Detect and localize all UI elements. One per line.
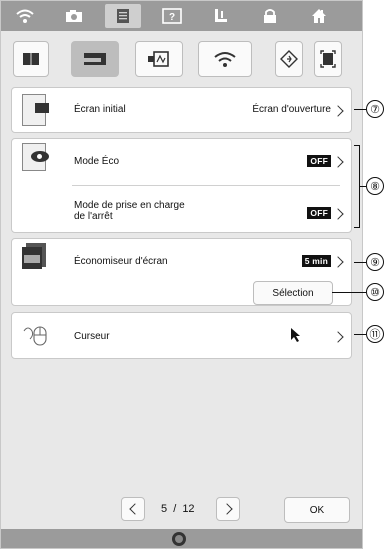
callout-8-line	[359, 186, 366, 188]
ok-button[interactable]: OK	[284, 497, 350, 523]
callout-9-line	[354, 262, 366, 264]
callout-11: ⑪	[366, 325, 384, 343]
callout-10-line	[332, 292, 366, 294]
camera-icon[interactable]	[56, 4, 92, 28]
chevron-right-icon	[332, 105, 344, 117]
svg-text:?: ?	[169, 12, 175, 23]
wifi-icon[interactable]	[198, 41, 252, 77]
eco-icon	[22, 143, 49, 171]
chevron-right-icon	[332, 331, 344, 343]
total-pages: 12	[182, 503, 195, 515]
book-icon[interactable]	[13, 41, 49, 77]
divider	[72, 185, 340, 186]
status-icon	[172, 532, 186, 546]
frame-icon[interactable]	[314, 41, 342, 77]
next-page-button[interactable]	[216, 497, 240, 521]
sewing-machine-icon[interactable]	[71, 41, 119, 77]
eco-mode-label: Mode Éco	[74, 156, 120, 167]
screensaver-card: Économiseur d'écran 5 min Sélection	[11, 238, 352, 306]
callout-7: ⑦	[366, 100, 384, 118]
shutdown-support-label-line1: Mode de prise en charge	[74, 200, 185, 211]
chevron-left-icon	[128, 503, 141, 515]
eco-mode-value[interactable]: OFF	[307, 155, 331, 167]
shutdown-support-label-line2: de l'arrêt	[74, 211, 113, 222]
mouse-icon	[22, 323, 48, 352]
screensaver-icon	[22, 243, 46, 269]
page-separator: /	[173, 503, 177, 515]
screen-icon	[22, 94, 49, 126]
callout-8: ⑧	[366, 177, 384, 195]
initial-screen-value: Écran d'ouverture	[252, 104, 331, 115]
initial-screen-label: Écran initial	[74, 104, 126, 115]
chevron-right-icon	[332, 156, 344, 168]
settings-panel: ? Écran initial Écran d'ouverture Mode É…	[0, 0, 363, 549]
initial-screen-row[interactable]: Écran initial Écran d'ouverture	[11, 87, 352, 133]
chevron-right-icon	[332, 208, 344, 220]
chevron-right-icon	[332, 256, 344, 268]
callout-9: ⑨	[366, 253, 384, 271]
bottom-bar	[1, 529, 362, 548]
arrow-pointer-icon	[290, 327, 302, 348]
cursor-label: Curseur	[74, 331, 110, 342]
shutdown-support-value[interactable]: OFF	[307, 207, 331, 219]
wifi-icon[interactable]	[7, 4, 43, 28]
eco-mode-card: Mode Éco OFF Mode de prise en charge de …	[11, 138, 352, 233]
help-icon[interactable]: ?	[154, 4, 190, 28]
callout-10: ⑩	[366, 283, 384, 301]
screensaver-value[interactable]: 5 min	[301, 255, 331, 267]
diamond-icon[interactable]	[275, 41, 303, 77]
page-indicator: 5 / 12	[161, 503, 195, 515]
chevron-right-icon	[220, 503, 233, 515]
sewing-foot-icon[interactable]	[203, 4, 239, 28]
home-icon[interactable]	[301, 4, 337, 28]
selection-button[interactable]: Sélection	[253, 281, 333, 305]
cursor-row[interactable]: Curseur	[11, 312, 352, 359]
lock-icon[interactable]	[252, 4, 288, 28]
document-icon[interactable]	[105, 4, 141, 28]
current-page: 5	[161, 503, 168, 515]
callout-11-line	[354, 334, 366, 336]
screensaver-label: Économiseur d'écran	[74, 256, 168, 267]
top-toolbar: ?	[1, 1, 362, 31]
callout-7-line	[354, 109, 366, 111]
embroidery-frame-icon[interactable]	[135, 41, 183, 77]
prev-page-button[interactable]	[121, 497, 145, 521]
